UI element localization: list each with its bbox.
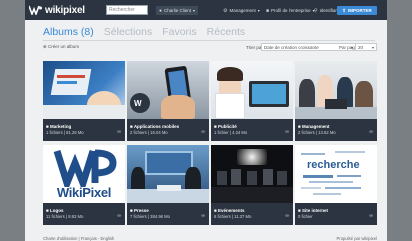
album-stats: 2 fichiers | 16.04 Mo [130, 130, 168, 135]
app-frame: wikipixel Rechercher ● Charlie Client ▾ … [25, 0, 387, 241]
nav-user-label: Charlie Client [164, 8, 192, 13]
share-icon[interactable]: ∞ [369, 213, 373, 219]
building-icon: ■ [266, 7, 270, 14]
wikipixel-logo-icon [29, 5, 42, 15]
plus-circle-icon: ⊕ [43, 44, 47, 49]
album-icon: ■ [214, 124, 217, 129]
album-meta: ■ Marketing 1 fichiers | 81.26 Mo ∞ [43, 119, 125, 141]
album-meta: ■ Evénements 6 fichiers | 11.37 Mo ∞ [211, 203, 293, 225]
footer-powered-by: Propulsé par wikipixel [336, 236, 378, 241]
album-card-mobile-apps[interactable]: W ■ Applications mobiles 2 fichiers | 16… [127, 61, 209, 141]
import-button[interactable]: ⇧ IMPORTER [337, 6, 377, 15]
per-page-select[interactable]: 20 ▾ [355, 43, 377, 51]
share-icon[interactable]: ∞ [117, 213, 121, 219]
album-icon: ■ [46, 124, 49, 129]
album-thumbnail [211, 145, 293, 203]
tab-favorites[interactable]: Favoris [162, 26, 196, 40]
album-title: ■ Marketing [46, 124, 72, 129]
share-icon[interactable]: ∞ [201, 129, 205, 135]
chevron-down-icon: ▾ [257, 8, 260, 13]
footer-links[interactable]: Charte d'utilisation | Français - Englis… [43, 236, 114, 241]
tab-selections[interactable]: Sélections [104, 26, 152, 40]
album-card-website[interactable]: recherche ■ Site internet 0 fichier ∞ [295, 145, 377, 225]
album-title: ■ Management [298, 124, 330, 129]
search-input[interactable]: Rechercher [106, 5, 148, 15]
sort-value: Date de création croissante [264, 45, 319, 50]
create-album-button[interactable]: ⊕ Créer un album [43, 44, 79, 50]
album-meta: ■ Management 2 fichiers | 13.62 Mo ∞ [295, 119, 377, 141]
album-thumbnail: WikiPixel [43, 145, 125, 203]
word-cloud-title: recherche [307, 159, 360, 171]
album-thumbnail: W [127, 61, 209, 119]
album-title: ■ Presse [130, 208, 149, 213]
album-card-management[interactable]: ■ Management 2 fichiers | 13.62 Mo ∞ [295, 61, 377, 141]
album-icon: ■ [130, 124, 133, 129]
album-stats: 6 fichiers | 11.37 Mo [214, 214, 252, 219]
nav-management[interactable]: ⚙ Management ▾ [220, 6, 263, 15]
album-title: ■ Applications mobiles [130, 124, 180, 129]
album-thumbnail [43, 61, 125, 119]
import-label: IMPORTER [348, 8, 372, 13]
album-card-marketing[interactable]: ■ Marketing 1 fichiers | 81.26 Mo ∞ [43, 61, 125, 141]
album-stats: 7 fichiers | 384.96 Mo [130, 214, 170, 219]
nav-user-menu[interactable]: ● Charlie Client ▾ [156, 6, 199, 15]
album-stats: 1 fichiers | 81.26 Mo [46, 130, 84, 135]
album-card-events[interactable]: ■ Evénements 6 fichiers | 11.37 Mo ∞ [211, 145, 293, 225]
share-icon[interactable]: ∞ [369, 129, 373, 135]
album-thumbnail [295, 61, 377, 119]
top-navbar: wikipixel Rechercher ● Charlie Client ▾ … [25, 0, 387, 20]
album-stats: 1 fichier | 4.24 Mo [214, 130, 248, 135]
share-icon[interactable]: ∞ [117, 129, 121, 135]
nav-company-label: Profil de l'entreprise [271, 8, 311, 13]
album-icon: ■ [298, 208, 301, 213]
album-icon: ■ [214, 208, 217, 213]
chevron-down-icon: ▾ [193, 8, 196, 13]
album-thumbnail [127, 145, 209, 203]
album-meta: ■ Logos 11 fichiers | 8.83 Mo ∞ [43, 203, 125, 225]
tab-recent[interactable]: Récents [207, 26, 246, 40]
share-icon[interactable]: ∞ [285, 129, 289, 135]
tab-divider [43, 40, 375, 41]
album-title: ■ Site internet [298, 208, 328, 213]
gear-icon: ⚙ [223, 7, 228, 14]
wikipixel-logo-image [53, 149, 117, 187]
user-icon: ● [159, 7, 163, 14]
share-icon[interactable]: ∞ [285, 213, 289, 219]
album-card-logos[interactable]: WikiPixel ■ Logos 11 fichiers | 8.83 Mo … [43, 145, 125, 225]
nav-management-label: Management [229, 8, 256, 13]
album-stats: 2 fichiers | 13.62 Mo [298, 130, 336, 135]
tab-bar: Albums (8) Sélections Favoris Récents [43, 26, 245, 40]
album-stats: 0 fichier [298, 214, 313, 219]
album-icon: ■ [46, 208, 49, 213]
album-meta: ■ Site internet 0 fichier ∞ [295, 203, 377, 225]
album-icon: ■ [130, 208, 133, 213]
album-card-press[interactable]: ■ Presse 7 fichiers | 384.96 Mo ∞ [127, 145, 209, 225]
album-stats: 11 fichiers | 8.83 Mo [46, 214, 84, 219]
album-title: ■ Publicité [214, 124, 237, 129]
app-name: wikipixel [45, 4, 85, 16]
per-page-value: 20 [358, 45, 364, 50]
key-icon: ⚲ [314, 7, 318, 14]
album-meta: ■ Applications mobiles 2 fichiers | 16.0… [127, 119, 209, 141]
create-album-label: Créer un album [48, 44, 80, 49]
chevron-down-icon: ▾ [371, 45, 374, 50]
nav-company-profile[interactable]: ■ Profil de l'entreprise ▾ [263, 6, 318, 15]
album-title: ■ Evénements [214, 208, 245, 213]
share-icon[interactable]: ∞ [201, 213, 205, 219]
album-title: ■ Logos [46, 208, 64, 213]
album-card-advertising[interactable]: ■ Publicité 1 fichier | 4.24 Mo ∞ [211, 61, 293, 141]
tab-albums[interactable]: Albums (8) [43, 26, 94, 40]
logo-wordmark: WikiPixel [56, 185, 112, 200]
album-meta: ■ Presse 7 fichiers | 384.96 Mo ∞ [127, 203, 209, 225]
app-logo[interactable]: wikipixel [29, 3, 89, 17]
album-icon: ■ [298, 124, 301, 129]
album-meta: ■ Publicité 1 fichier | 4.24 Mo ∞ [211, 119, 293, 141]
album-thumbnail [211, 61, 293, 119]
album-thumbnail: recherche [295, 145, 377, 203]
upload-icon: ⇧ [342, 7, 346, 13]
